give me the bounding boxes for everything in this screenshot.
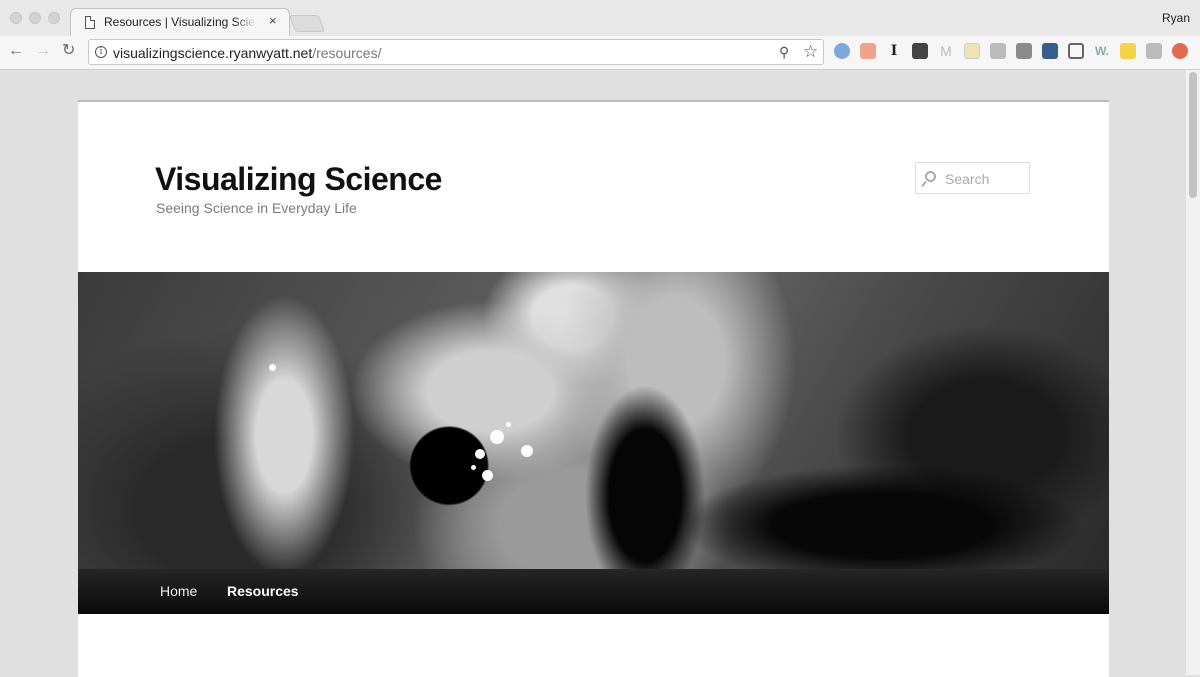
banner-dot — [482, 470, 493, 481]
site-title[interactable]: Visualizing Science — [155, 161, 442, 198]
search-input[interactable]: Search — [915, 162, 1030, 194]
url-text[interactable]: visualizingscience.ryanwyatt.net/resourc… — [113, 45, 381, 61]
banner-dot — [506, 422, 511, 427]
new-tab-button[interactable] — [288, 15, 326, 32]
account-icon[interactable] — [912, 43, 928, 59]
page-icon — [85, 16, 95, 29]
banner-dot — [269, 364, 276, 371]
upload-icon[interactable] — [1172, 43, 1188, 59]
address-bar[interactable]: i visualizingscience.ryanwyatt.net/resou… — [88, 39, 824, 65]
notes-icon[interactable] — [964, 43, 980, 59]
w-icon[interactable]: W. — [1094, 43, 1110, 59]
site-description: Seeing Science in Everyday Life — [156, 200, 357, 216]
url-path: /resources/ — [312, 45, 382, 61]
info-icon[interactable]: i — [95, 46, 107, 58]
banner-dot — [471, 465, 476, 470]
camera-icon[interactable] — [1120, 43, 1136, 59]
search-placeholder: Search — [945, 171, 990, 187]
gmail-icon[interactable]: M — [938, 43, 954, 59]
search-icon — [925, 171, 936, 182]
forward-arrow-icon[interactable]: → — [35, 43, 51, 59]
browser-titlebar: Resources | Visualizing Science × Ryan — [0, 0, 1200, 37]
page-content: Visualizing Science Seeing Science in Ev… — [78, 100, 1109, 677]
profile-name[interactable]: Ryan — [1162, 11, 1190, 25]
back-arrow-icon[interactable]: ← — [8, 43, 24, 59]
tab-title: Resources | Visualizing Science — [104, 15, 256, 29]
zoom-icon[interactable]: ⚲ — [779, 44, 789, 61]
mail-icon[interactable] — [1016, 43, 1032, 59]
screenshot-icon[interactable] — [1068, 43, 1084, 59]
bird-icon[interactable] — [1042, 43, 1058, 59]
tab-close-button[interactable]: × — [269, 13, 277, 28]
window-minimize-button[interactable] — [29, 12, 41, 24]
bookmark-star-icon[interactable]: ☆ — [803, 42, 818, 62]
person-icon[interactable] — [1146, 43, 1162, 59]
banner-dot — [521, 445, 533, 457]
star-extension-icon[interactable] — [834, 43, 850, 59]
page-scrollbar[interactable] — [1186, 70, 1200, 675]
url-host: visualizingscience.ryanwyatt.net — [113, 45, 313, 61]
karma-icon[interactable] — [860, 43, 876, 59]
browser-toolbar: ← → ↻ i visualizingscience.ryanwyatt.net… — [0, 36, 1200, 70]
browser-tab[interactable]: Resources | Visualizing Science × — [70, 8, 290, 37]
header-image[interactable] — [78, 272, 1109, 570]
window-close-button[interactable] — [10, 12, 22, 24]
instapaper-icon[interactable]: I — [886, 43, 902, 59]
window-zoom-button[interactable] — [48, 12, 60, 24]
scrollbar-thumb[interactable] — [1189, 72, 1197, 198]
nav-item-home[interactable]: Home — [160, 583, 197, 599]
main-navigation: Home Resources — [78, 569, 1109, 614]
nav-item-resources[interactable]: Resources — [227, 583, 299, 599]
banner-dot — [475, 449, 485, 459]
banner-dot — [490, 430, 504, 444]
reload-icon[interactable]: ↻ — [62, 43, 75, 59]
pocket-icon[interactable] — [990, 43, 1006, 59]
